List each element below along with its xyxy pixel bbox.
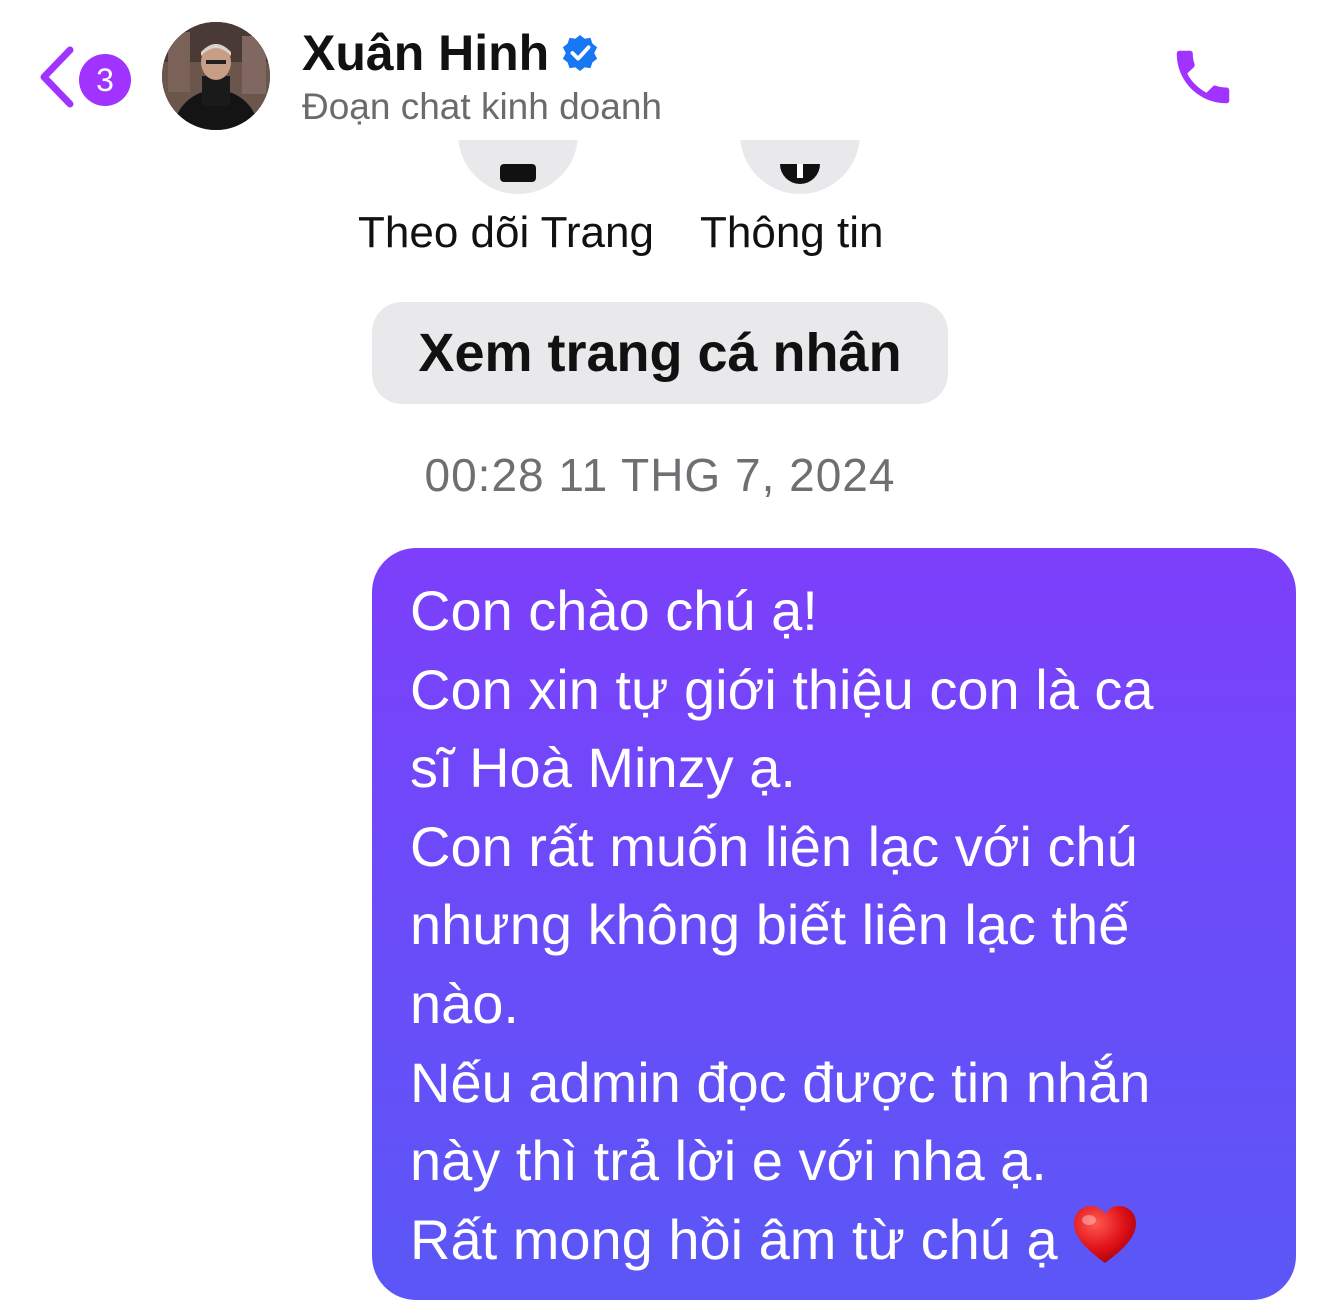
message-line: Con rất muốn liên lạc với chú — [410, 814, 1138, 878]
message-timestamp: 00:28 11 THG 7, 2024 — [0, 448, 1320, 502]
follow-page-label: Theo dõi Trang — [358, 208, 654, 257]
sent-message-bubble[interactable]: Con chào chú ạ! Con xin tự giới thiệu co… — [372, 548, 1296, 1300]
message-line: sĩ Hoà Minzy ạ. — [410, 736, 796, 800]
heart-emoji-icon — [1073, 1205, 1136, 1263]
timestamp-text: 00:28 11 THG 7, 2024 — [424, 449, 896, 501]
chat-screen: 3 Xuân Hinh Đoạn chat kinh doanh Theo dõ… — [0, 0, 1320, 1312]
message-line: nhưng không biết liên lạc thế — [410, 893, 1130, 957]
verified-badge-icon — [563, 34, 598, 72]
contact-name-text: Xuân Hinh — [302, 25, 550, 81]
chat-header: 3 Xuân Hinh Đoạn chat kinh doanh — [0, 0, 1320, 140]
follow-icon — [500, 164, 536, 182]
page-info-label: Thông tin — [700, 208, 884, 257]
avatar-image — [162, 22, 270, 130]
message-line: Nếu admin đọc được tin nhắn — [410, 1050, 1151, 1114]
voice-call-button[interactable] — [1166, 42, 1240, 112]
message-line: Con chào chú ạ! — [410, 579, 818, 642]
chevron-left-icon — [40, 46, 74, 108]
message-line: Con xin tự giới thiệu con là ca — [410, 657, 1154, 721]
message-line-text: Rất mong hồi âm từ chú ạ — [410, 1207, 1058, 1271]
view-profile-button[interactable]: Xem trang cá nhân — [372, 302, 948, 404]
unread-count-badge: 3 — [79, 54, 131, 106]
phone-icon — [1176, 50, 1230, 104]
contact-name[interactable]: Xuân Hinh — [302, 24, 599, 82]
message-line: nào. — [410, 971, 519, 1035]
avatar[interactable] — [162, 22, 270, 130]
info-icon — [780, 164, 820, 184]
back-button[interactable]: 3 — [36, 40, 136, 112]
message-line-last: Rất mong hồi âm từ chú ạ — [410, 1201, 1276, 1280]
contact-subtitle: Đoạn chat kinh doanh — [302, 86, 662, 127]
message-line: này thì trả lời e với nha ạ. — [410, 1129, 1047, 1193]
